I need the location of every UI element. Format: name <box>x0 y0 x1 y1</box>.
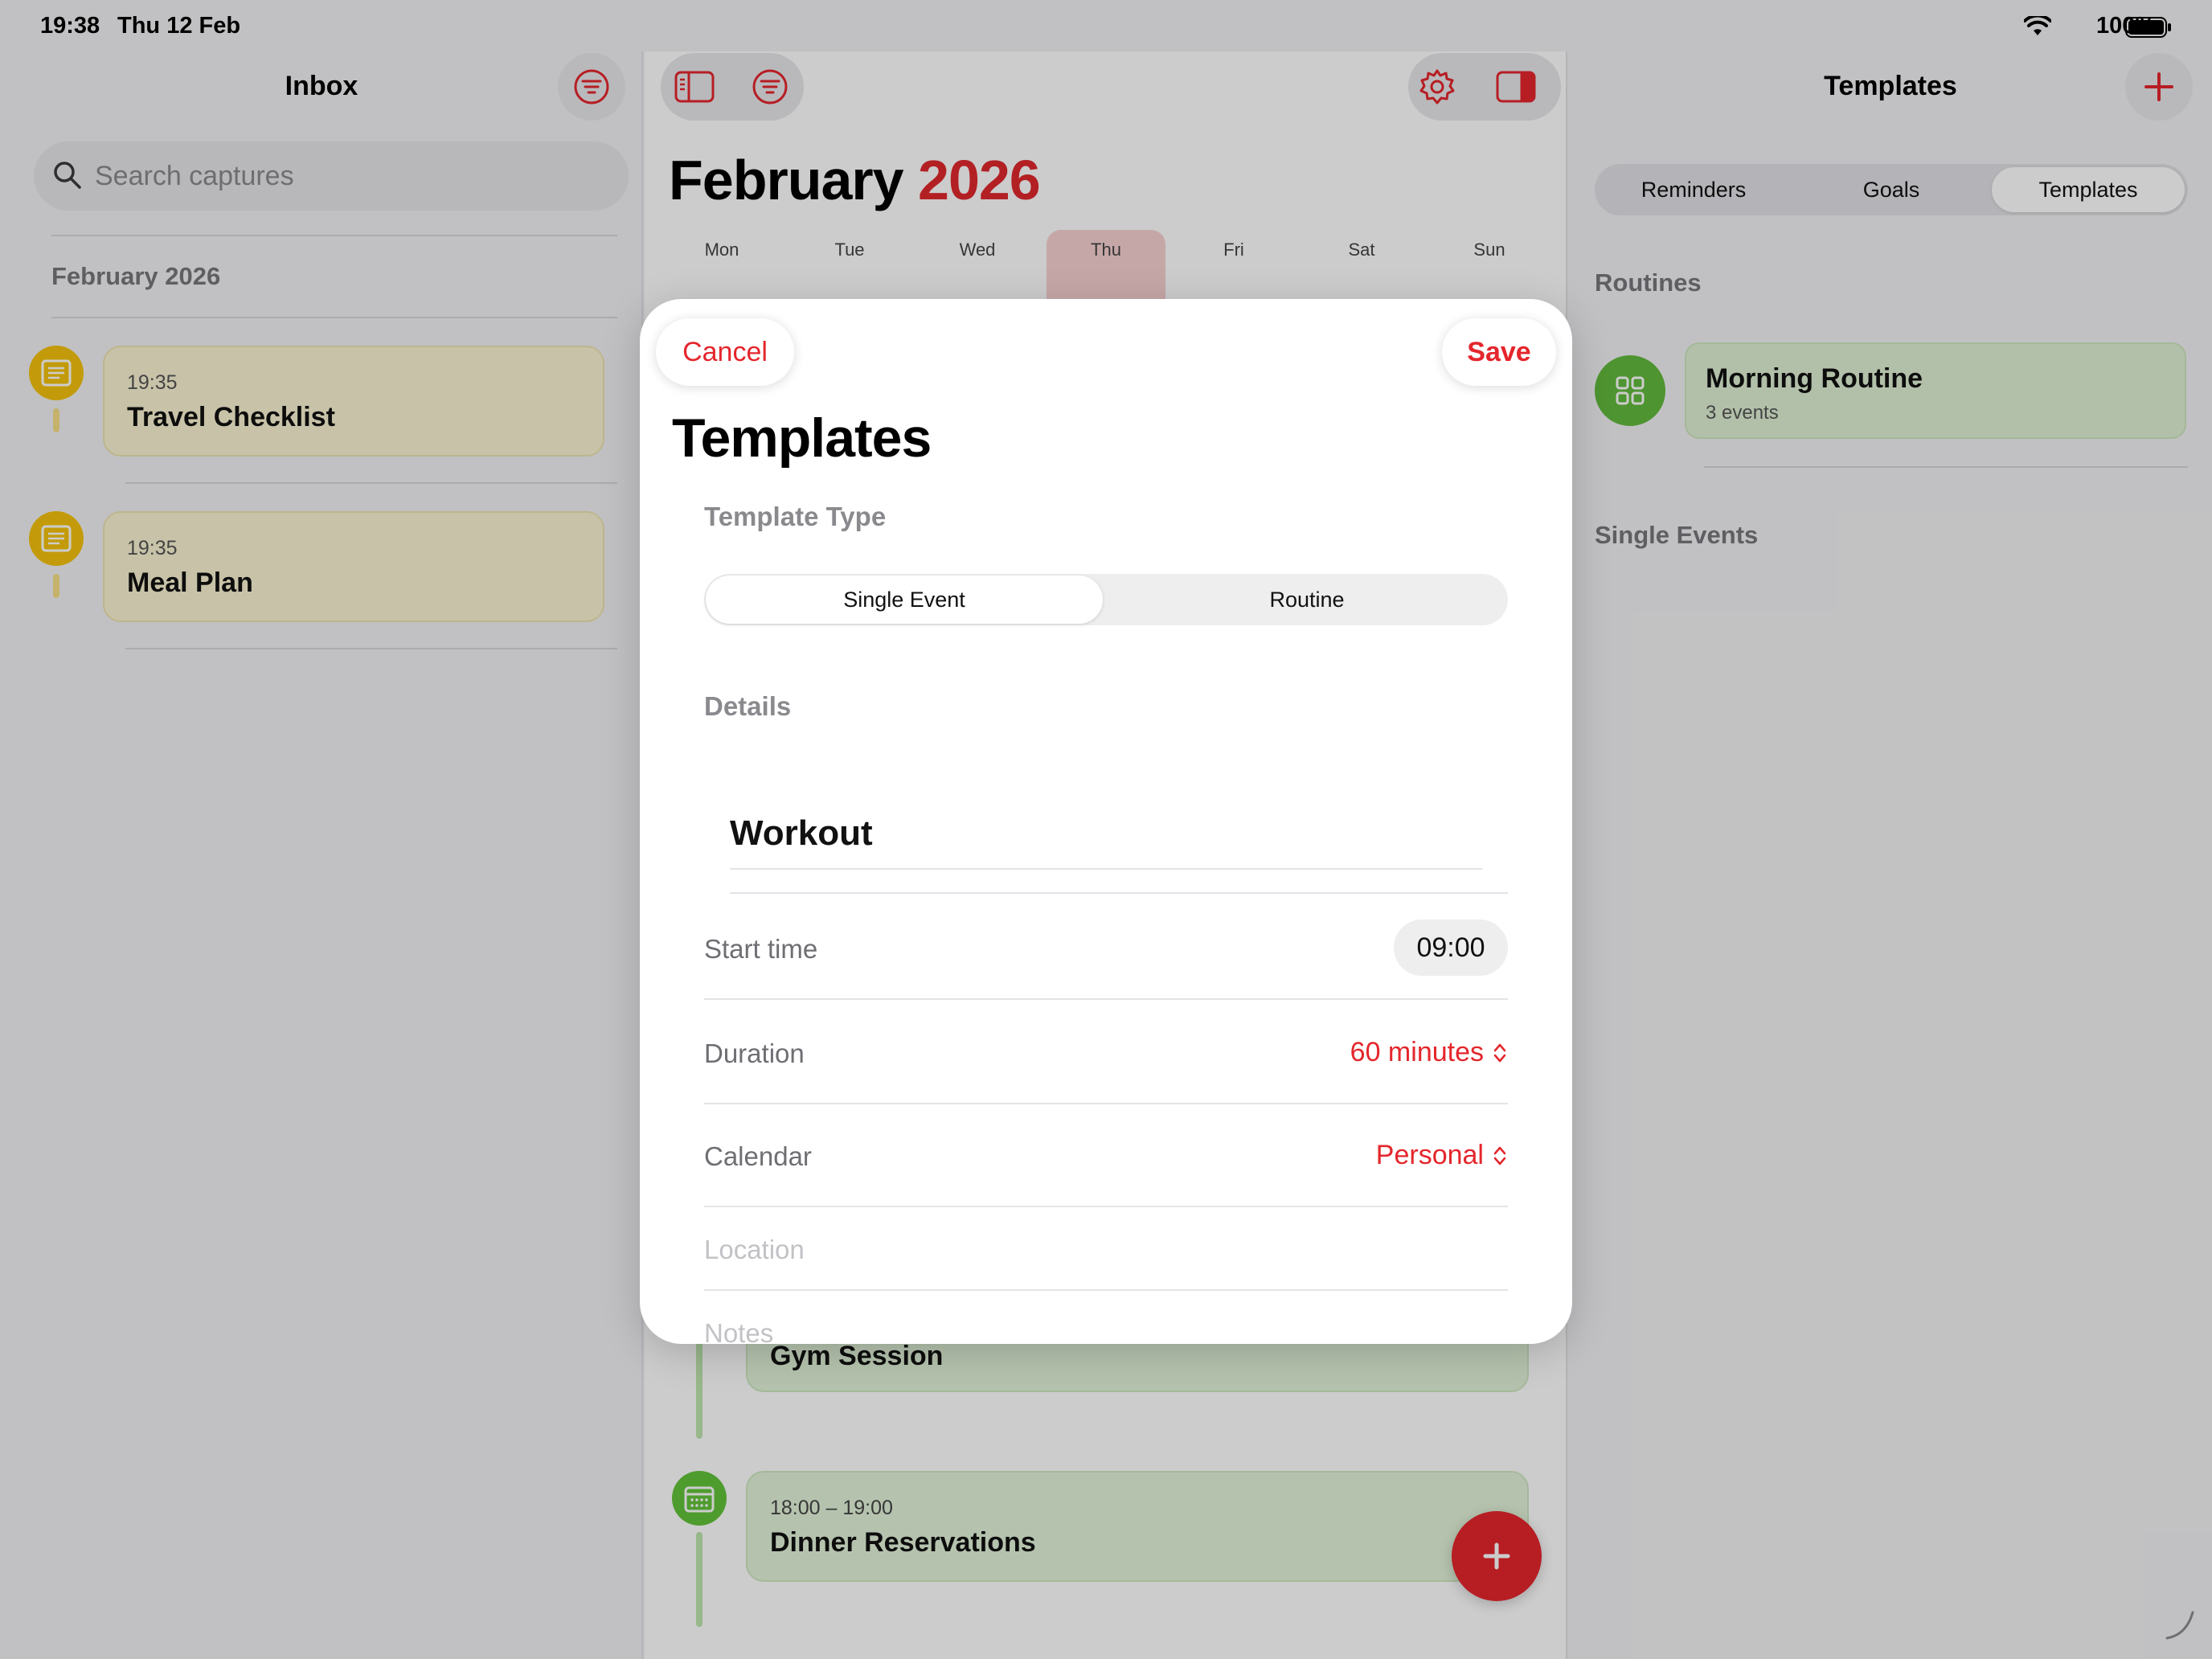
scroll-indicator-icon <box>2165 1611 2194 1640</box>
chevron-up-down-icon <box>1493 1043 1506 1062</box>
notes-field[interactable]: Notes <box>704 1318 773 1344</box>
details-label: Details <box>704 691 792 721</box>
start-time-picker[interactable]: 09:00 <box>1394 920 1508 976</box>
cancel-button[interactable]: Cancel <box>656 318 794 386</box>
divider <box>704 1289 1508 1291</box>
divider <box>704 1103 1508 1104</box>
calendar-picker[interactable]: Personal <box>1376 1140 1508 1171</box>
calendar-value: Personal <box>1375 1140 1484 1170</box>
divider <box>730 892 1508 894</box>
template-type-picker: Single Event Routine <box>704 574 1508 625</box>
calendar-label: Calendar <box>704 1141 812 1171</box>
type-routine[interactable]: Routine <box>1106 574 1508 625</box>
template-type-label: Template Type <box>704 502 887 531</box>
template-editor-sheet: Cancel Save Templates Template Type Sing… <box>640 299 1572 1344</box>
duration-value: 60 minutes <box>1350 1037 1484 1067</box>
location-field[interactable]: Location <box>704 1235 805 1265</box>
duration-picker[interactable]: 60 minutes <box>1350 1037 1508 1068</box>
divider <box>704 1206 1508 1207</box>
divider <box>704 998 1508 1000</box>
chevron-up-down-icon <box>1493 1146 1506 1165</box>
start-time-label: Start time <box>704 934 818 964</box>
template-name-field[interactable]: Workout <box>730 813 873 854</box>
divider <box>730 868 1482 870</box>
type-single-event[interactable]: Single Event <box>704 574 1104 625</box>
duration-label: Duration <box>704 1038 805 1068</box>
save-button[interactable]: Save <box>1442 318 1556 386</box>
sheet-title: Templates <box>672 408 932 469</box>
